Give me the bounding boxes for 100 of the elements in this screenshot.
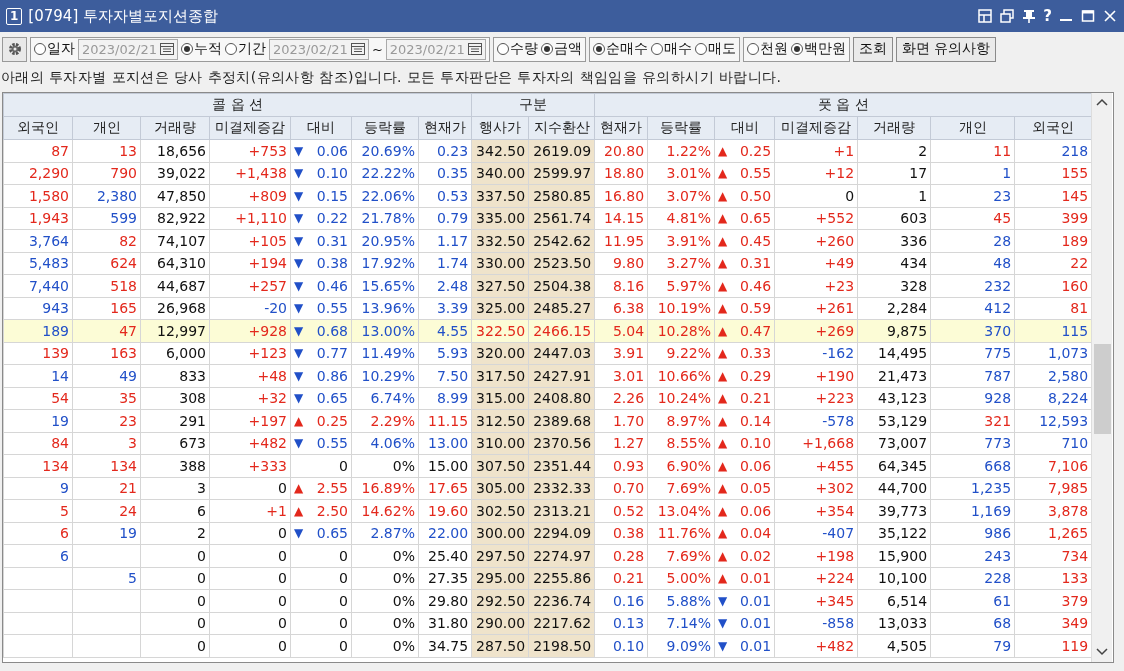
chevron-down-icon[interactable] [1096, 648, 1108, 656]
change-sign: ▲ [718, 301, 728, 316]
table-cell: 0.65 [316, 390, 348, 407]
change-sign: ▲ [718, 166, 728, 181]
radio-label[interactable]: 누적 [193, 40, 222, 58]
change-sign: ▲ [718, 571, 728, 586]
toolbar-button[interactable]: 조회 [852, 36, 893, 62]
table-cell: 6 [3, 522, 73, 545]
radio-label[interactable]: 일자 [47, 40, 75, 58]
radio-button[interactable] [592, 43, 605, 55]
table-cell: 0.47 [739, 322, 772, 339]
change-sign: ▼ [718, 616, 728, 631]
group-header: 구분 [471, 93, 595, 117]
table-cell: 0.01 [739, 592, 772, 609]
radio-label[interactable]: 천원 [759, 40, 788, 58]
scrollbar-thumb[interactable] [1093, 344, 1111, 434]
change-sign: ▲ [718, 211, 728, 226]
radio-label[interactable]: 수량 [509, 40, 538, 58]
table-cell: 2,290 [3, 162, 73, 185]
table-cell: 189 [3, 319, 73, 342]
table-cell: 1,943 [3, 207, 73, 230]
table-cell: 3,764 [3, 229, 73, 252]
table-cell: 0 [339, 592, 348, 609]
window-number-badge: 1 [6, 7, 23, 25]
table-cell: 19 [3, 409, 73, 432]
table-cell: 0.29 [739, 367, 772, 384]
radio-label[interactable]: 매수 [663, 40, 692, 58]
change-sign: ▲ [718, 391, 728, 406]
table-cell: 9 [3, 477, 73, 500]
radio-label[interactable]: 금액 [553, 40, 582, 58]
change-sign: ▲ [294, 481, 304, 496]
table-cell: 0.31 [739, 255, 772, 272]
radio-label[interactable]: 기간 [237, 40, 266, 58]
table-cell: 0 [339, 615, 348, 632]
table-cell: 0.46 [739, 277, 772, 294]
change-sign: ▼ [294, 301, 304, 316]
table-cell: 0 [339, 637, 348, 654]
column-header: 외국인 [3, 116, 73, 140]
table-cell: 0.22 [316, 210, 348, 227]
table-cell: 0.06 [739, 457, 772, 474]
table-cell: 7,440 [3, 274, 73, 297]
table-cell: 0.14 [739, 412, 772, 429]
table-cell: 0.50 [739, 187, 772, 204]
change-sign: ▲ [718, 143, 728, 158]
change-sign: ▼ [294, 188, 304, 203]
table-cell: 1,580 [3, 184, 73, 207]
table-cell: 2.55 [316, 480, 348, 497]
radio-button[interactable] [180, 43, 193, 55]
change-sign: ▲ [718, 503, 728, 518]
table-cell: 0.65 [316, 525, 348, 542]
scrollbar[interactable] [1091, 93, 1112, 662]
change-sign: ▲ [718, 548, 728, 563]
settings-button[interactable] [2, 36, 27, 62]
group-header: 풋 옵 션 [594, 93, 1091, 117]
settings-icon [6, 41, 23, 57]
table-cell: 0.21 [739, 390, 772, 407]
change-sign: ▲ [718, 256, 728, 271]
table-cell: 0.01 [739, 637, 772, 654]
radio-button[interactable] [650, 43, 663, 55]
change-sign: ▼ [294, 391, 304, 406]
change-sign: ▲ [294, 503, 304, 518]
radio-button[interactable] [34, 43, 46, 55]
table-cell: 0.45 [739, 232, 772, 249]
chevron-up-icon[interactable] [1096, 98, 1108, 106]
radio-label[interactable]: 매도 [707, 40, 736, 58]
table-cell: 943 [3, 297, 73, 320]
help-button[interactable]: ? [1043, 8, 1052, 24]
radio-button[interactable] [694, 43, 707, 55]
change-sign: ▲ [718, 368, 728, 383]
table-cell: 0.59 [739, 300, 772, 317]
table-cell: 139 [3, 342, 73, 365]
group-header: 콜 옵 션 [3, 93, 472, 117]
radio-button[interactable] [790, 43, 803, 55]
radio-button[interactable] [496, 43, 509, 55]
table-cell: 0 [339, 457, 348, 474]
table-cell: 6 [3, 544, 73, 567]
table-cell: 0 [339, 547, 348, 564]
windows-icon[interactable] [999, 8, 1016, 24]
layout-icon[interactable] [977, 8, 994, 24]
change-sign: ▲ [718, 233, 728, 248]
table-cell: 0.25 [739, 142, 772, 159]
table-cell: 0.05 [739, 480, 772, 497]
table-cell: 0.10 [739, 435, 772, 452]
change-sign: ▲ [718, 526, 728, 541]
radio-label[interactable]: 백만원 [803, 40, 846, 58]
radio-button[interactable] [224, 43, 237, 55]
radio-button[interactable] [540, 43, 553, 55]
table-cell: 0.55 [316, 300, 348, 317]
close-icon[interactable] [1102, 8, 1118, 24]
radio-button[interactable] [746, 43, 759, 55]
window-title: [0794] 투자자별포지션종합 [28, 6, 219, 26]
table-cell: 0.68 [316, 322, 348, 339]
table-cell: 0.86 [316, 367, 348, 384]
radio-label[interactable]: 순매수 [605, 40, 648, 58]
table-cell: 5,483 [3, 252, 73, 275]
toolbar-button[interactable]: 화면 유의사항 [895, 36, 997, 62]
change-sign: ▼ [718, 593, 728, 608]
pin-icon[interactable] [1021, 8, 1038, 24]
maximize-icon[interactable] [1080, 8, 1096, 24]
table-cell: 54 [3, 387, 73, 410]
